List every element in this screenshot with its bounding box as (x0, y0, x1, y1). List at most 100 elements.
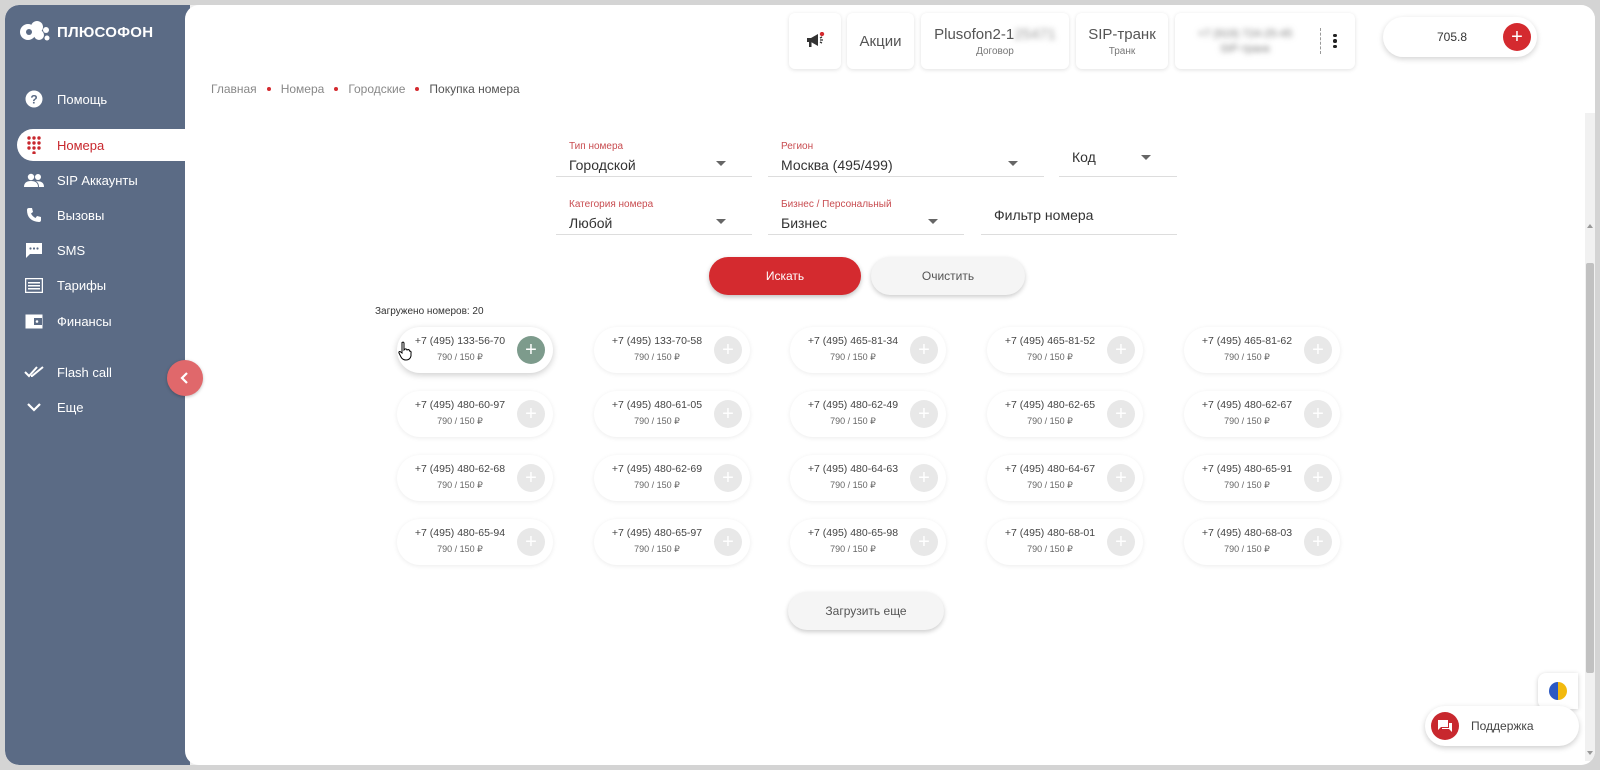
breadcrumb-numbers[interactable]: Номера (281, 82, 325, 96)
collapse-sidebar-button[interactable] (167, 360, 203, 396)
business-select[interactable]: Бизнес / Персональный Бизнес (768, 189, 964, 235)
code-select[interactable]: Код (1059, 131, 1177, 177)
add-number-button[interactable]: + (714, 464, 742, 492)
add-number-button[interactable]: + (1304, 336, 1332, 364)
number-card[interactable]: +7 (495) 465-81-34 790 / 150 ₽ + (790, 327, 946, 373)
contract-sublabel: Договор (976, 45, 1014, 57)
number-card[interactable]: +7 (495) 480-68-01 790 / 150 ₽ + (987, 519, 1143, 565)
number-card[interactable]: +7 (495) 480-62-49 790 / 150 ₽ + (790, 391, 946, 437)
phone-icon (23, 204, 45, 226)
scroll-up-arrow[interactable] (1587, 224, 1593, 228)
sidebar-item-flash-call[interactable]: Flash call (17, 356, 190, 388)
add-number-button[interactable]: + (517, 400, 545, 428)
add-number-button[interactable]: + (714, 528, 742, 556)
add-number-button[interactable]: + (714, 336, 742, 364)
brand-logo[interactable]: ПЛЮСОФОН (17, 19, 153, 45)
number-card[interactable]: +7 (495) 133-70-58 790 / 150 ₽ + (594, 327, 750, 373)
phone-number: +7 (495) 480-65-91 (1201, 463, 1293, 475)
add-number-button[interactable]: + (1107, 400, 1135, 428)
phone-number: +7 (495) 480-64-67 (1004, 463, 1096, 475)
breadcrumb-home[interactable]: Главная (211, 82, 257, 96)
phone-number: +7 (495) 480-60-97 (414, 399, 506, 411)
number-card[interactable]: +7 (495) 133-56-70 790 / 150 ₽ + (397, 327, 553, 373)
brand-name: ПЛЮСОФОН (57, 23, 154, 41)
number-card[interactable]: +7 (495) 480-65-91 790 / 150 ₽ + (1184, 455, 1340, 501)
number-type-select[interactable]: Тип номера Городской (556, 131, 752, 177)
number-card[interactable]: +7 (495) 480-62-67 790 / 150 ₽ + (1184, 391, 1340, 437)
breadcrumb-city[interactable]: Городские (348, 82, 405, 96)
people-icon (23, 169, 45, 191)
number-card[interactable]: +7 (495) 480-65-94 790 / 150 ₽ + (397, 519, 553, 565)
sidebar-item-numbers[interactable]: Номера (17, 129, 190, 161)
add-number-button[interactable]: + (910, 528, 938, 556)
sidebar-item-sip-accounts[interactable]: SIP Аккаунты (17, 164, 190, 196)
clear-button[interactable]: Очистить (871, 257, 1025, 295)
add-number-button[interactable]: + (1107, 336, 1135, 364)
app-window: ПЛЮСОФОН ? Помощь Номера SIP Аккаунты Вы… (5, 5, 1595, 765)
scroll-down-arrow[interactable] (1587, 751, 1593, 755)
number-card[interactable]: +7 (495) 465-81-52 790 / 150 ₽ + (987, 327, 1143, 373)
number-card[interactable]: +7 (495) 480-62-69 790 / 150 ₽ + (594, 455, 750, 501)
sidebar-item-more[interactable]: Еще (17, 391, 190, 423)
accessibility-widget[interactable] (1538, 673, 1578, 709)
number-card[interactable]: +7 (495) 480-65-97 790 / 150 ₽ + (594, 519, 750, 565)
add-number-button[interactable]: + (1107, 464, 1135, 492)
contract-number-redacted: 25471 (1014, 25, 1056, 43)
sidebar-item-label: SIP Аккаунты (57, 172, 138, 188)
add-number-button[interactable]: + (1304, 464, 1332, 492)
number-card[interactable]: +7 (495) 480-62-68 790 / 150 ₽ + (397, 455, 553, 501)
number-card[interactable]: +7 (495) 480-68-03 790 / 150 ₽ + (1184, 519, 1340, 565)
number-card[interactable]: +7 (495) 480-62-65 790 / 150 ₽ + (987, 391, 1143, 437)
sidebar-item-help[interactable]: ? Помощь (17, 83, 190, 115)
phone-card[interactable]: +7 (919) 724-25-45 SIP-транк (1175, 13, 1355, 69)
promo-button[interactable]: Акции (847, 13, 914, 69)
add-number-button[interactable]: + (910, 336, 938, 364)
sidebar: ПЛЮСОФОН ? Помощь Номера SIP Аккаунты Вы… (5, 5, 190, 765)
sidebar-item-calls[interactable]: Вызовы (17, 199, 190, 231)
category-select[interactable]: Категория номера Любой (556, 189, 752, 235)
add-number-button[interactable]: + (1107, 528, 1135, 556)
number-card[interactable]: +7 (495) 480-64-63 790 / 150 ₽ + (790, 455, 946, 501)
add-number-button[interactable]: + (1304, 528, 1332, 556)
topup-button[interactable]: + (1503, 23, 1531, 51)
phone-number: +7 (495) 480-68-01 (1004, 527, 1096, 539)
more-vert-icon[interactable] (1333, 33, 1337, 49)
trunk-card[interactable]: SIP-транк Транк (1076, 13, 1168, 69)
number-card[interactable]: +7 (495) 480-60-97 790 / 150 ₽ + (397, 391, 553, 437)
load-more-button[interactable]: Загрузить еще (788, 592, 944, 630)
sidebar-item-tariffs[interactable]: Тарифы (17, 269, 190, 301)
sidebar-item-sms[interactable]: SMS (17, 234, 190, 266)
add-number-button[interactable]: + (517, 464, 545, 492)
phone-number: +7 (495) 480-65-98 (807, 527, 899, 539)
breadcrumb-separator (334, 87, 339, 91)
chevron-left-icon (180, 372, 188, 384)
number-price: 790 / 150 ₽ (1027, 480, 1073, 490)
add-number-button[interactable]: + (714, 400, 742, 428)
number-price: 790 / 150 ₽ (1027, 352, 1073, 362)
add-number-button[interactable]: + (910, 400, 938, 428)
sidebar-item-finance[interactable]: Финансы (17, 305, 190, 337)
support-button[interactable]: Поддержка (1425, 706, 1579, 746)
number-card[interactable]: +7 (495) 480-64-67 790 / 150 ₽ + (987, 455, 1143, 501)
scrollbar[interactable] (1585, 113, 1595, 761)
phone-sub-redacted: SIP-транк (1220, 42, 1270, 55)
phone-number: +7 (495) 133-56-70 (414, 335, 506, 347)
number-filter-input[interactable]: Фильтр номера (981, 189, 1177, 235)
chevron-down-icon (716, 219, 726, 224)
notifications-button[interactable] (789, 13, 841, 69)
number-price: 790 / 150 ₽ (1224, 352, 1270, 362)
contract-card[interactable]: Plusofon2-125471 Договор (921, 13, 1069, 69)
number-card[interactable]: +7 (495) 480-65-98 790 / 150 ₽ + (790, 519, 946, 565)
add-number-button[interactable]: + (517, 336, 545, 364)
add-number-button[interactable]: + (517, 528, 545, 556)
scrollbar-thumb[interactable] (1586, 263, 1594, 673)
number-price: 790 / 150 ₽ (830, 416, 876, 426)
number-card[interactable]: +7 (495) 480-61-05 790 / 150 ₽ + (594, 391, 750, 437)
number-price: 790 / 150 ₽ (437, 416, 483, 426)
region-select[interactable]: Регион Москва (495/499) (768, 131, 1044, 177)
add-number-button[interactable]: + (1304, 400, 1332, 428)
number-card[interactable]: +7 (495) 465-81-62 790 / 150 ₽ + (1184, 327, 1340, 373)
add-number-button[interactable]: + (910, 464, 938, 492)
search-button[interactable]: Искать (709, 257, 861, 295)
chevron-down-icon (23, 396, 45, 418)
